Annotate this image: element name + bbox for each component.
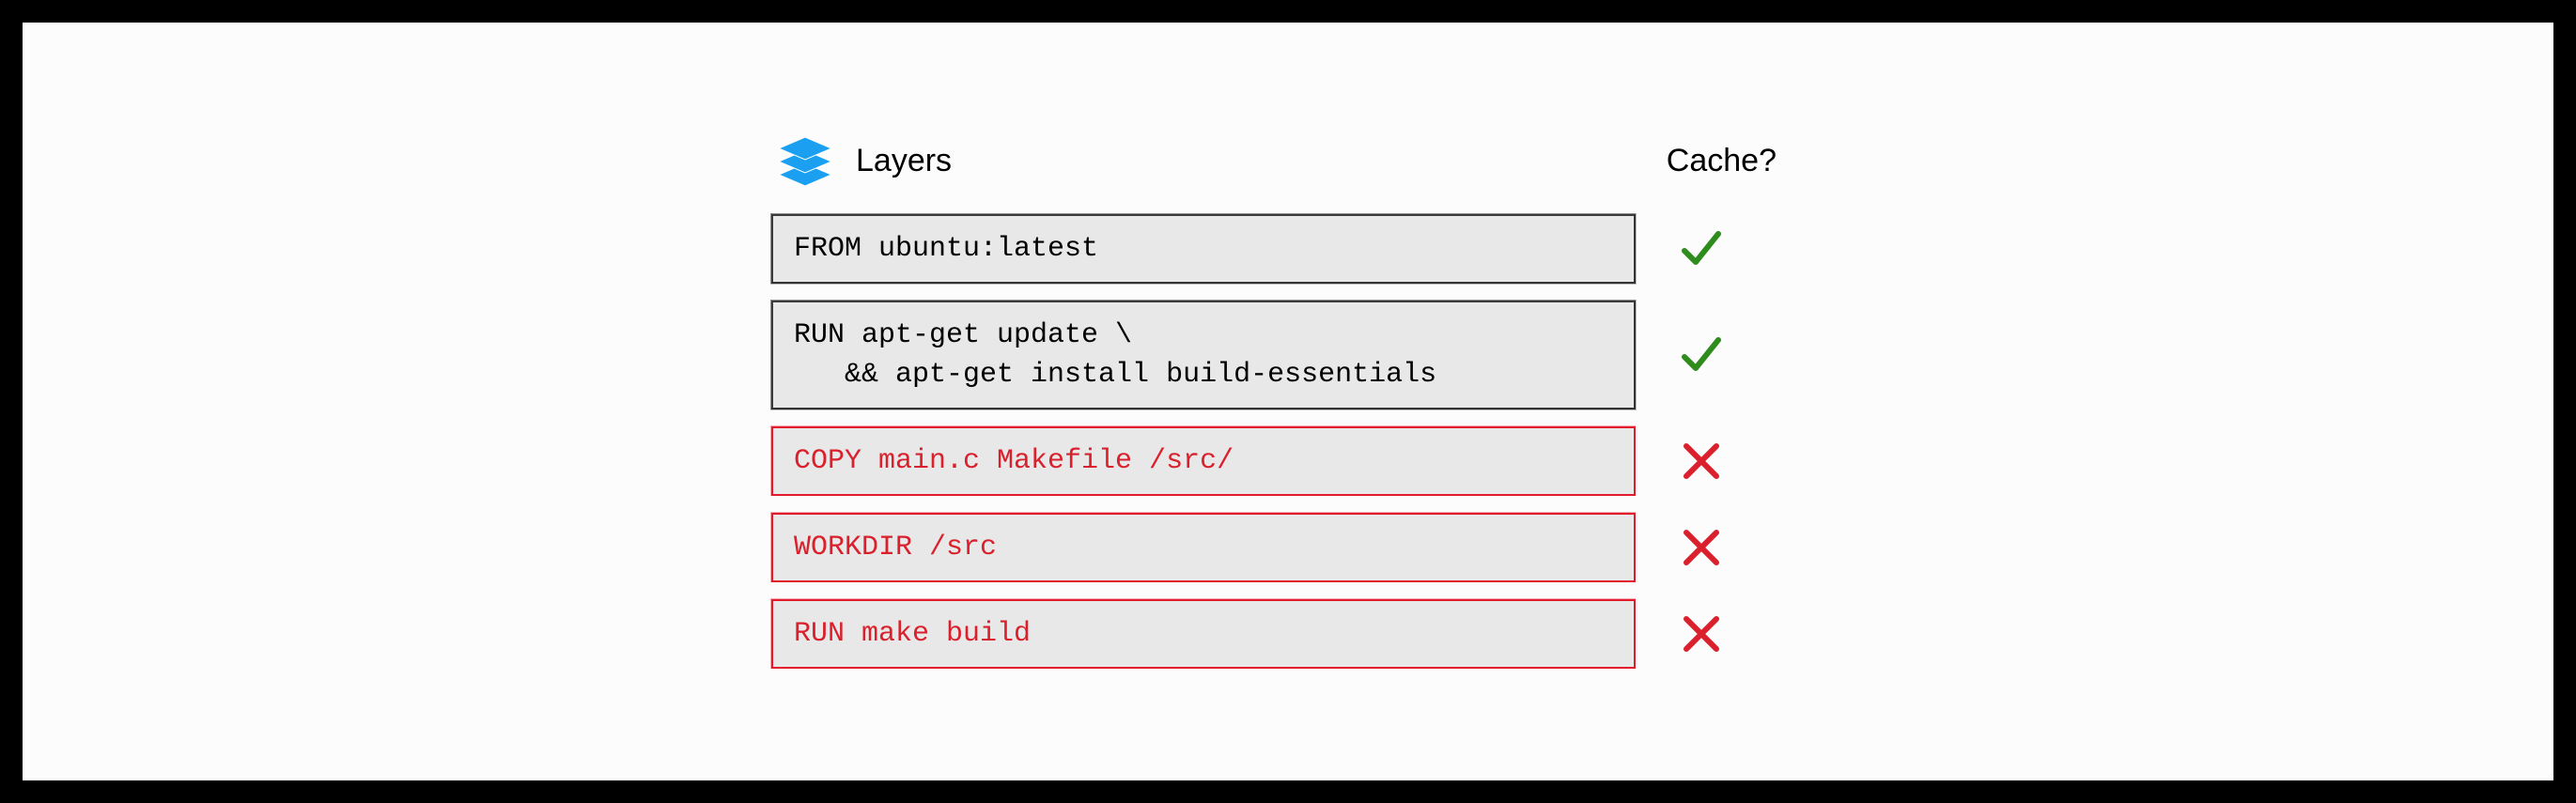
cross-icon [1673, 439, 1730, 484]
check-icon [1673, 226, 1730, 271]
layer-row: FROM ubuntu:latest [771, 214, 1805, 284]
layer-row: WORKDIR /src [771, 513, 1805, 582]
header-row: Layers Cache? [771, 135, 1805, 188]
layers-heading: Layers [771, 135, 952, 188]
layer-box: RUN apt-get update \ && apt-get install … [771, 301, 1636, 409]
cross-icon [1673, 611, 1730, 656]
layer-row: COPY main.c Makefile /src/ [771, 426, 1805, 496]
layers-label: Layers [856, 143, 952, 179]
diagram-frame: Layers Cache? FROM ubuntu:latest RUN apt… [0, 0, 2576, 803]
check-icon [1673, 332, 1730, 378]
diagram-content: Layers Cache? FROM ubuntu:latest RUN apt… [771, 135, 1805, 669]
layer-row: RUN make build [771, 599, 1805, 669]
cross-icon [1673, 525, 1730, 570]
layer-box: WORKDIR /src [771, 513, 1636, 582]
layer-box: RUN make build [771, 599, 1636, 669]
layers-icon [771, 135, 839, 188]
cache-label: Cache? [1667, 143, 1777, 179]
layer-box: FROM ubuntu:latest [771, 214, 1636, 284]
layer-row: RUN apt-get update \ && apt-get install … [771, 301, 1805, 409]
layer-box: COPY main.c Makefile /src/ [771, 426, 1636, 496]
